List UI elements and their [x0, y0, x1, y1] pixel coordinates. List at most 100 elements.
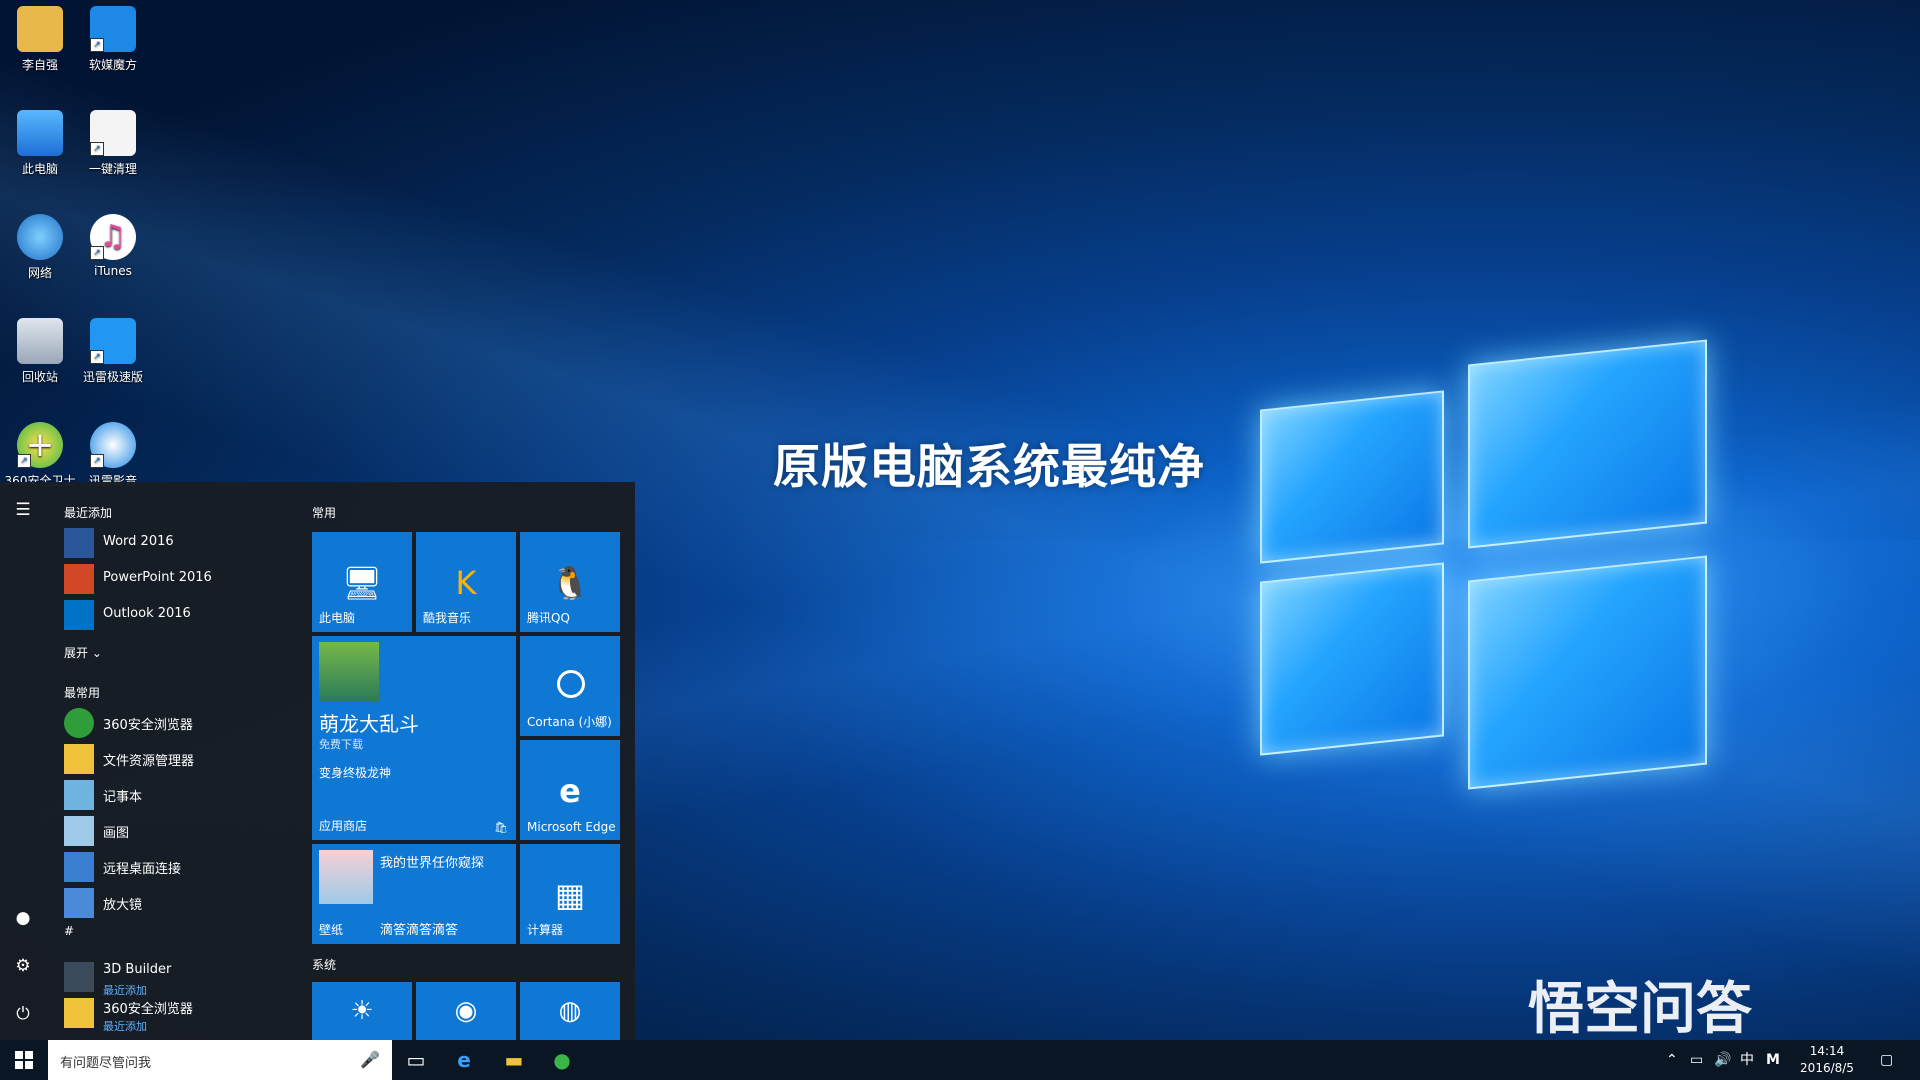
ime-language[interactable]: 中 [1740, 1040, 1754, 1080]
edge-icon: e [559, 772, 581, 810]
app-notepad[interactable]: 记事本 [64, 778, 298, 812]
powerpoint-icon [64, 564, 94, 594]
browser-360-taskbar-icon[interactable]: ● [538, 1040, 586, 1080]
start-menu: ☰ ● ⚙ ⏻ 最近添加 Word 2016 PowerPoint 2016 O… [0, 482, 635, 1040]
tile-group-common: 常用 [312, 506, 337, 520]
bird-icon: ↗ [90, 318, 136, 364]
desktop-icon-label: 此电脑 [21, 162, 58, 176]
tile-label: 应用商店 [319, 819, 368, 833]
logo-pane-top-right [1468, 339, 1707, 549]
dragon-game-icon [319, 642, 379, 702]
microphone-icon[interactable]: 🎤 [360, 1050, 380, 1069]
app-360-browser-folder[interactable]: 360安全浏览器 最近添加 [64, 996, 298, 1033]
tile-system-app[interactable]: ◍ [520, 982, 620, 1040]
file-explorer-taskbar-icon[interactable]: ▬ [490, 1040, 538, 1080]
desktop-icon-label: 回收站 [21, 370, 58, 384]
desktop-icon-this-pc[interactable]: 此电脑 [0, 104, 80, 177]
cortana-search-box[interactable]: 有问题尽管问我 🎤 [48, 1040, 392, 1080]
desktop-icon-xunlei-player[interactable]: ↗ 迅雷影音 [73, 416, 153, 489]
section-recently-added: 最近添加 [64, 506, 113, 520]
taskbar: 有问题尽管问我 🎤 ▭ e ▬ ● ⌃ ▭ 🔊 中 M 14:14 2016/8… [0, 1040, 1920, 1080]
tile-label: 腾讯QQ [527, 611, 570, 625]
desktop-icon-label: 迅雷极速版 [82, 370, 143, 384]
app-file-explorer[interactable]: 文件资源管理器 [64, 742, 298, 776]
app-360-browser[interactable]: 360安全浏览器 [64, 706, 298, 740]
desktop-icon-label: 一键清理 [88, 162, 137, 176]
app-word-2016[interactable]: Word 2016 [64, 526, 298, 560]
desktop-icon-user[interactable]: 李自强 [0, 0, 80, 73]
clock-time: 14:14 [1809, 1044, 1845, 1058]
taskbar-clock[interactable]: 14:14 2016/8/5 [1792, 1043, 1862, 1077]
app-sub-label: 最近添加 [103, 1020, 147, 1033]
user-account-icon[interactable]: ● [12, 908, 34, 930]
tile-game-subtitle: 变身终极龙神 [319, 766, 392, 780]
app-3d-builder[interactable]: 3D Builder 最近添加 [64, 960, 298, 997]
tile-this-pc[interactable]: 🖥 此电脑 [312, 532, 412, 632]
action-center-icon[interactable]: ▢ [1880, 1040, 1893, 1080]
tile-calculator[interactable]: ▦ 计算器 [520, 844, 620, 944]
computer-icon [17, 110, 63, 156]
app-label: 放大镜 [103, 898, 143, 913]
tile-label: Microsoft Edge [527, 820, 616, 834]
paint-icon [64, 816, 94, 846]
cortana-ring-icon [557, 670, 585, 698]
app-powerpoint-2016[interactable]: PowerPoint 2016 [64, 562, 298, 596]
app-label: 3D Builder [103, 962, 172, 977]
tile-cortana[interactable]: Cortana (小娜) [520, 636, 620, 736]
plus-shield-icon: + ↗ [17, 422, 63, 468]
volume-icon[interactable]: 🔊 [1714, 1040, 1731, 1080]
tile-store-game[interactable]: 萌龙大乱斗 免费下载 变身终极龙神 应用商店 🛍 [312, 636, 516, 840]
tray-chevron-up-icon[interactable]: ⌃ [1666, 1040, 1678, 1080]
desktop-icon-label: 李自强 [21, 58, 58, 72]
task-view-button[interactable]: ▭ [392, 1040, 440, 1080]
edge-taskbar-icon[interactable]: e [440, 1040, 488, 1080]
remote-desktop-icon [64, 852, 94, 882]
desktop-icon-xunlei[interactable]: ↗ 迅雷极速版 [73, 312, 153, 385]
weibo-icon: ◉ [454, 996, 478, 1026]
app-paint[interactable]: 画图 [64, 814, 298, 848]
desktop-icon-ruanmei[interactable]: ↗ 软媒魔方 [73, 0, 153, 73]
logo-pane-top-left [1260, 390, 1444, 564]
network-tray-icon[interactable]: ▭ [1690, 1040, 1703, 1080]
word-icon [64, 528, 94, 558]
start-button[interactable] [0, 1040, 48, 1080]
promo-headline: 原版电脑系统最纯净 [773, 440, 1205, 495]
tile-minecraft-wallpaper[interactable]: 我的世界任你窥探 壁纸 滴答滴答滴答 [312, 844, 516, 944]
hamburger-menu-icon[interactable]: ☰ [12, 500, 34, 522]
browser-360-icon [64, 708, 94, 738]
ime-mode[interactable]: M [1766, 1040, 1780, 1080]
logo-pane-bottom-left [1260, 562, 1444, 756]
desktop-icon-360[interactable]: + ↗ 360安全卫士 [0, 416, 80, 489]
tile-weibo[interactable]: ◉ [416, 982, 516, 1040]
app-magnifier[interactable]: 放大镜 [64, 886, 298, 920]
desktop-icon-cleanup[interactable]: ↗ 一键清理 [73, 104, 153, 177]
tile-label: 此电脑 [319, 611, 356, 625]
desktop-icon-label: 软媒魔方 [88, 58, 137, 72]
app-label: Outlook 2016 [103, 606, 191, 621]
desktop-icon-recycle-bin[interactable]: 回收站 [0, 312, 80, 385]
watermark-wukong: 悟空问答 [1528, 977, 1752, 1042]
computer-icon: 🖥 [341, 564, 383, 602]
app-label: 画图 [103, 826, 130, 841]
tile-label: 壁纸 [319, 923, 344, 937]
tile-headline: 我的世界任你窥探 [380, 856, 485, 871]
player-icon: ↗ [90, 422, 136, 468]
windows-start-icon [15, 1051, 33, 1069]
settings-gear-icon[interactable]: ⚙ [12, 956, 34, 978]
tile-weather[interactable]: ☀ [312, 982, 412, 1040]
tile-sub-headline: 滴答滴答滴答 [380, 923, 459, 938]
user-folder-icon [17, 6, 63, 52]
desktop-icon-itunes[interactable]: ♫ ↗ iTunes [73, 208, 153, 278]
app-outlook-2016[interactable]: Outlook 2016 [64, 598, 298, 632]
power-icon[interactable]: ⏻ [12, 1004, 34, 1026]
section-most-used: 最常用 [64, 686, 101, 700]
app-label: 360安全浏览器 [103, 718, 193, 733]
expand-button[interactable]: 展开 ⌄ [64, 644, 102, 661]
tile-microsoft-edge[interactable]: e Microsoft Edge [520, 740, 620, 840]
tile-kuwo-music[interactable]: K 酷我音乐 [416, 532, 516, 632]
tile-game-free: 免费下载 [319, 738, 363, 751]
desktop-icon-network[interactable]: 网络 [0, 208, 80, 281]
tile-qq[interactable]: 🐧 腾讯QQ [520, 532, 620, 632]
clock-date: 2016/8/5 [1800, 1061, 1854, 1075]
app-remote-desktop[interactable]: 远程桌面连接 [64, 850, 298, 884]
